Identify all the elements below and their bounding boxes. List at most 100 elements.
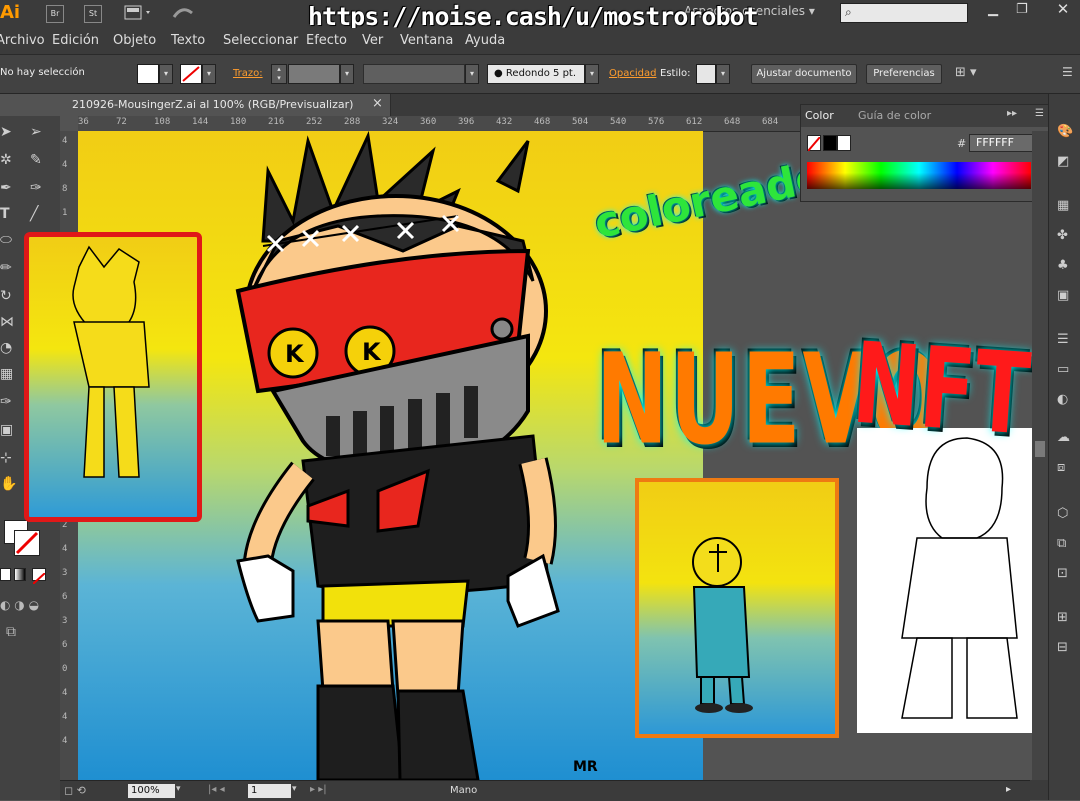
swatches-icon[interactable]: ▦ <box>1057 198 1073 213</box>
gradient-mode-icon[interactable] <box>14 568 26 581</box>
control-panel-menu-icon[interactable]: ☰ <box>1062 65 1073 79</box>
rotate-tool-icon[interactable]: ↻ <box>0 288 12 304</box>
color-panel: Color Guía de color ▸▸ ☰ # FFFFFF ◢ <box>800 104 1049 202</box>
symbols-icon[interactable]: ♣ <box>1057 258 1073 273</box>
adjust-document-button[interactable]: Ajustar documento <box>751 64 857 84</box>
draw-mode-icons[interactable]: ◐ ◑ ◒ <box>0 598 39 612</box>
menu-edicion[interactable]: Edición <box>52 33 99 48</box>
close-tab-button[interactable]: × <box>372 96 383 111</box>
variable-width-dropdown[interactable]: ▾ <box>465 64 479 84</box>
graphic-style-swatch[interactable] <box>696 64 716 84</box>
scroll-right-arrow[interactable]: ▸ <box>1006 784 1011 795</box>
restore-button[interactable]: ❐ <box>1016 2 1028 17</box>
shape-builder-icon[interactable]: ◔ <box>0 340 12 356</box>
brushes-icon[interactable]: ✤ <box>1057 228 1073 243</box>
stroke-weight-dropdown[interactable]: ▾ <box>340 64 354 84</box>
rectangle-tool-icon[interactable]: ⬭ <box>0 232 12 248</box>
screen-mode-icon[interactable]: ⧉ <box>6 624 16 640</box>
stroke-box[interactable] <box>14 530 40 556</box>
menu-texto[interactable]: Texto <box>171 33 205 48</box>
pencil-tool-icon[interactable]: ✏ <box>0 260 12 276</box>
fill-stroke-widget[interactable] <box>4 520 44 560</box>
stroke-weight-input[interactable] <box>288 64 340 84</box>
stroke-swatch[interactable] <box>180 64 202 84</box>
vertical-scroll-thumb[interactable] <box>1035 441 1045 457</box>
eyedropper-tool-icon[interactable]: ✑ <box>0 394 12 410</box>
brush-definition[interactable]: ● Redondo 5 pt. <box>487 64 585 84</box>
pathfinder-icon[interactable]: ⊡ <box>1057 566 1073 581</box>
fill-dropdown[interactable]: ▾ <box>159 64 173 84</box>
fill-swatch[interactable] <box>137 64 159 84</box>
artboard-tool-icon[interactable]: ⊹ <box>0 450 12 466</box>
zoom-field[interactable]: 100% <box>128 784 175 798</box>
stroke-label[interactable]: Trazo: <box>233 68 263 79</box>
direct-selection-tool-icon[interactable]: ➢ <box>30 124 42 140</box>
none-mode-icon[interactable] <box>32 568 46 585</box>
lasso-tool-icon[interactable]: ✎ <box>30 152 42 168</box>
artboard-number-field[interactable]: 1 <box>248 784 291 798</box>
appearance-icon[interactable]: ☁ <box>1057 430 1073 445</box>
variable-width-profile[interactable] <box>363 64 465 84</box>
zoom-dropdown[interactable]: ▾ <box>176 784 181 794</box>
panel-menu-icon[interactable]: ☰ <box>1035 108 1044 119</box>
color-panel-icon[interactable]: 🎨 <box>1057 124 1073 139</box>
menu-efecto[interactable]: Efecto <box>306 33 347 48</box>
stroke-dropdown[interactable]: ▾ <box>202 64 216 84</box>
color-guide-icon[interactable]: ◩ <box>1057 154 1073 169</box>
artboard-dropdown[interactable]: ▾ <box>292 784 297 794</box>
search-field[interactable]: ⌕ <box>840 3 968 23</box>
artboard-next-buttons[interactable]: ▸ ▸| <box>310 784 327 795</box>
minimize-button[interactable]: ▁ <box>988 2 998 17</box>
align-panel-icon[interactable]: ⧉ <box>1057 536 1073 551</box>
graphic-style-dropdown[interactable]: ▾ <box>716 64 730 84</box>
black-swatch[interactable] <box>823 135 837 151</box>
stroke-weight-stepper[interactable]: ▴ ▾ <box>271 64 287 84</box>
menu-objeto[interactable]: Objeto <box>113 33 156 48</box>
hex-prefix: # <box>957 137 967 150</box>
tab-color-guide[interactable]: Guía de color <box>858 109 931 122</box>
close-window-button[interactable]: ✕ <box>1046 0 1080 18</box>
menu-ver[interactable]: Ver <box>362 33 383 48</box>
none-swatch[interactable] <box>807 135 821 152</box>
layers-icon[interactable]: ⧈ <box>1057 460 1073 475</box>
document-tab[interactable]: 210926-MousingerZ.ai al 100% (RGB/Previs… <box>60 94 391 116</box>
align-icon[interactable]: ⊞ ▾ <box>955 65 977 80</box>
selection-tool-icon[interactable]: ➤ <box>0 124 12 140</box>
transparency-icon[interactable]: ◐ <box>1057 392 1073 407</box>
artboard-prev-buttons[interactable]: |◂ ◂ <box>208 784 225 795</box>
curvature-tool-icon[interactable]: ✑ <box>30 180 42 196</box>
type-tool-icon[interactable]: T <box>0 206 10 222</box>
brush-dropdown[interactable]: ▾ <box>585 64 599 84</box>
pen-tool-icon[interactable]: ✒ <box>0 180 12 196</box>
color-spectrum[interactable] <box>807 162 1031 189</box>
gpu-performance-icon[interactable] <box>172 5 196 25</box>
graphic-styles-icon[interactable]: ▣ <box>1057 288 1073 303</box>
preferences-button[interactable]: Preferencias <box>866 64 942 84</box>
transform-icon[interactable]: ⊞ <box>1057 610 1073 625</box>
artboards-icon[interactable]: ⬡ <box>1057 506 1073 521</box>
vertical-scrollbar[interactable] <box>1032 131 1048 780</box>
menu-ayuda[interactable]: Ayuda <box>465 33 505 48</box>
line-tool-icon[interactable]: ╱ <box>30 206 38 222</box>
hex-input[interactable]: FFFFFF <box>969 134 1037 152</box>
mesh-tool-icon[interactable]: ▦ <box>0 366 13 382</box>
symbol-sprayer-icon[interactable]: ▣ <box>0 422 13 438</box>
magic-wand-icon[interactable]: ✲ <box>0 152 12 168</box>
menu-ventana[interactable]: Ventana <box>400 33 453 48</box>
white-swatch[interactable] <box>837 135 851 151</box>
stroke-panel-icon[interactable]: ☰ <box>1057 332 1073 347</box>
bridge-button[interactable]: Br <box>46 5 64 23</box>
opacity-label[interactable]: Opacidad <box>609 68 656 79</box>
menu-archivo[interactable]: Archivo <box>0 33 45 48</box>
arrange-documents-icon[interactable] <box>124 5 150 21</box>
color-mode-icon[interactable] <box>0 568 11 581</box>
gradient-panel-icon[interactable]: ▭ <box>1057 362 1073 377</box>
tab-color[interactable]: Color <box>805 109 834 122</box>
width-tool-icon[interactable]: ⋈ <box>0 314 14 330</box>
stock-button[interactable]: St <box>84 5 102 23</box>
menu-seleccionar[interactable]: Seleccionar <box>223 33 298 48</box>
links-icon[interactable]: ⊟ <box>1057 640 1073 655</box>
hand-tool-icon[interactable]: ✋ <box>0 476 17 492</box>
status-icons[interactable]: ◻ ⟲ <box>64 784 86 797</box>
collapse-panel-icon[interactable]: ▸▸ <box>1007 108 1017 119</box>
